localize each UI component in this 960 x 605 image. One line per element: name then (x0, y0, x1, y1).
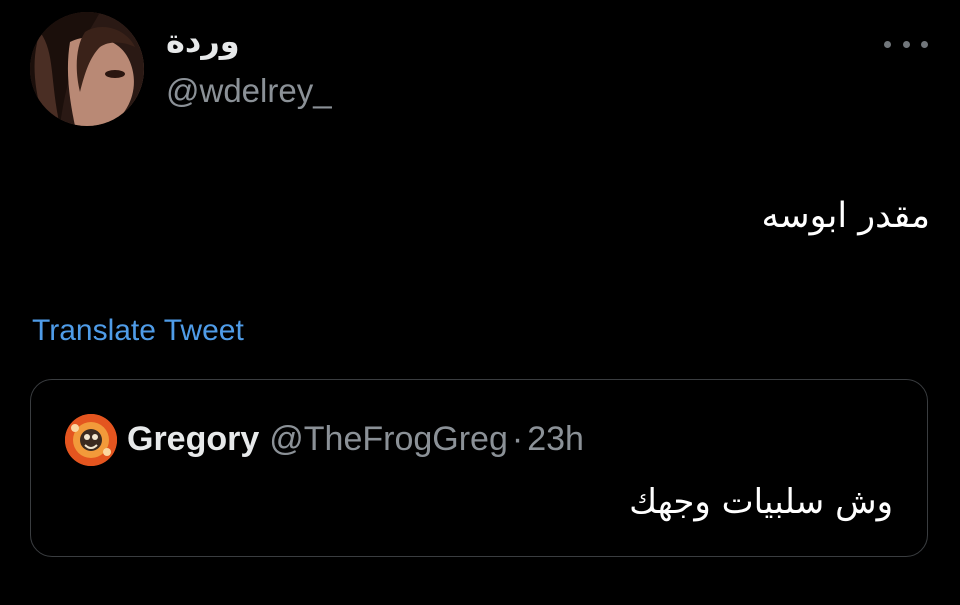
quoted-handle[interactable]: @TheFrogGreg (269, 420, 508, 458)
tweet-text: مقدر ابوسه (761, 196, 931, 236)
author-display-name[interactable]: وردة (166, 22, 240, 60)
quoted-tweet-text: وش سلبيات وجهك (629, 482, 893, 522)
quoted-tweet[interactable]: Gregory @TheFrogGreg · 23h وش سلبيات وجهك (30, 379, 928, 557)
translate-tweet-link[interactable]: Translate Tweet (32, 314, 244, 348)
quoted-author-avatar[interactable] (65, 414, 117, 466)
quoted-header: Gregory @TheFrogGreg · 23h (127, 420, 584, 459)
more-dot (884, 40, 891, 48)
more-dot (921, 40, 928, 48)
more-options-icon[interactable] (884, 30, 928, 58)
more-dot (902, 40, 910, 48)
tweet[interactable]: وردة @wdelrey_ مقدر ابوسه Translate Twee… (0, 0, 960, 605)
quoted-timestamp[interactable]: 23h (527, 420, 584, 458)
quoted-display-name[interactable]: Gregory (127, 420, 259, 458)
author-handle[interactable]: @wdelrey_ (166, 72, 332, 110)
quoted-separator: · (511, 420, 524, 458)
author-avatar[interactable] (30, 12, 144, 126)
